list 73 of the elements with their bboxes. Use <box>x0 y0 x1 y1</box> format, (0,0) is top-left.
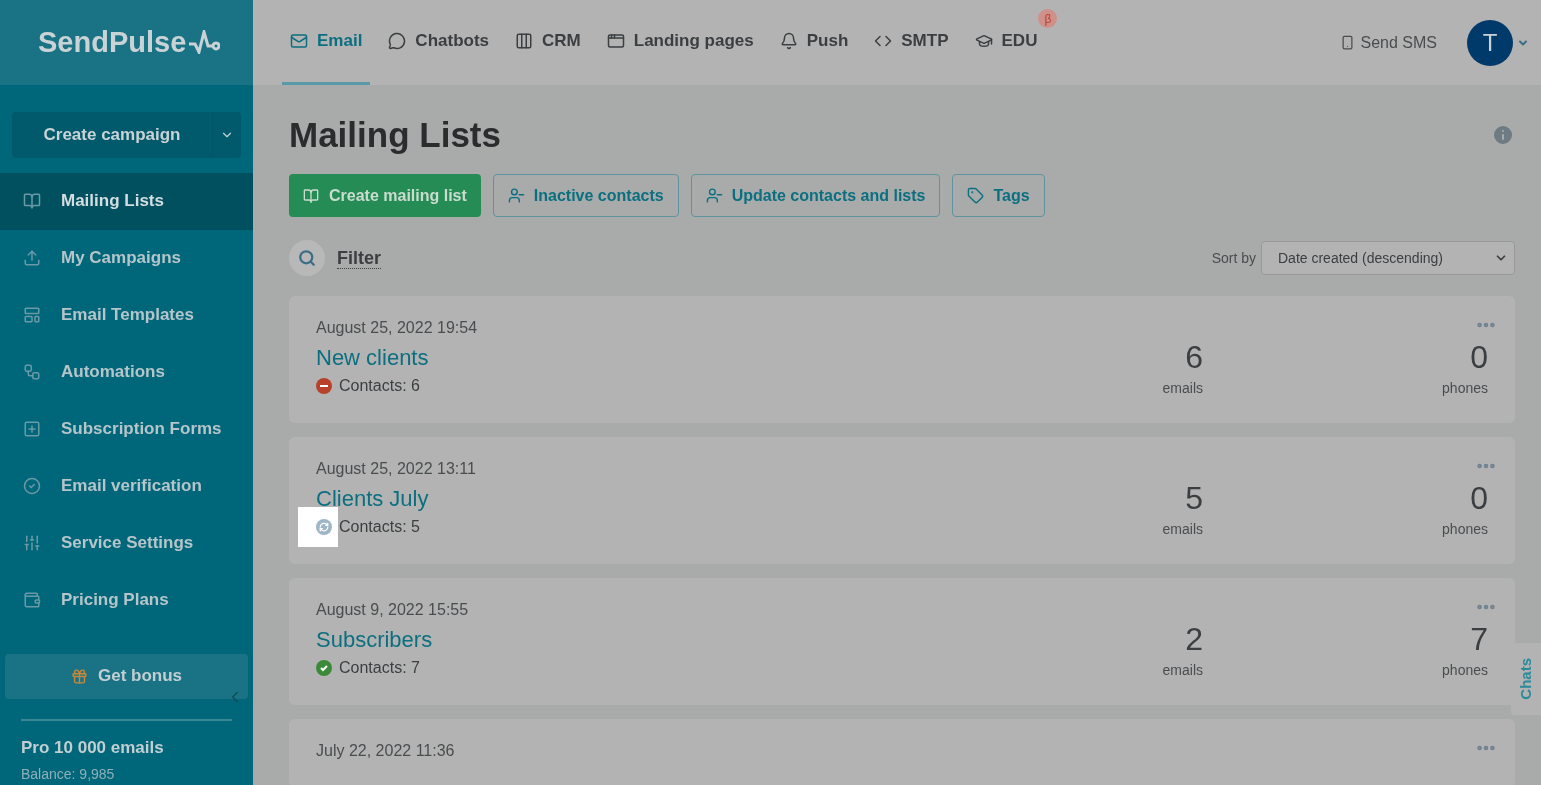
tag-icon <box>967 187 985 204</box>
nav-tab[interactable]: Chatbots <box>380 0 498 85</box>
stopped-status-icon <box>316 378 332 394</box>
toolbar-button[interactable]: Update contacts and lists <box>690 174 941 217</box>
window-icon <box>606 32 625 50</box>
logo-text: SendPulse <box>38 24 187 60</box>
mail-icon <box>290 32 308 50</box>
emails-count: 5 <box>1185 481 1203 515</box>
user-minus-icon <box>705 187 723 204</box>
list-date: August 9, 2022 15:55 <box>316 600 470 620</box>
graduation-cap-icon <box>974 32 993 50</box>
search-icon <box>298 249 316 267</box>
emails-label: emails <box>1162 520 1203 539</box>
get-bonus-button[interactable]: Get bonus <box>5 653 248 699</box>
gift-icon <box>70 667 88 685</box>
phone-icon <box>1339 35 1355 50</box>
beta-badge: β <box>1038 9 1058 28</box>
contacts-count: Contacts: 5 <box>339 517 420 537</box>
user-minus-icon <box>507 187 525 204</box>
user-avatar[interactable]: T <box>1467 19 1513 66</box>
columns-icon <box>515 32 534 50</box>
sort-dropdown[interactable]: Date created (descending) <box>1261 241 1515 275</box>
bell-icon <box>779 32 798 50</box>
send-sms-link[interactable]: Send SMS <box>1339 0 1437 85</box>
list-date: August 25, 2022 19:54 <box>316 318 479 338</box>
phones-count: 0 <box>1470 340 1488 374</box>
search-button[interactable] <box>289 240 325 276</box>
sliders-icon <box>23 534 41 553</box>
toolbar-button[interactable]: Inactive contacts <box>492 174 679 217</box>
list-date: August 25, 2022 13:11 <box>316 459 477 479</box>
plan-name: Pro 10 000 emails <box>21 736 165 759</box>
list-name-link[interactable]: New clients <box>316 344 429 372</box>
wallet-icon <box>23 591 41 610</box>
contacts-count: Contacts: 7 <box>339 658 420 678</box>
phones-label: phones <box>1442 520 1488 539</box>
balance-text: Balance: 9,985 <box>21 765 116 784</box>
page-title: Mailing Lists <box>289 115 501 155</box>
form-icon <box>23 420 41 439</box>
check-circle-icon <box>23 477 41 496</box>
flow-icon <box>23 363 41 382</box>
phones-count: 7 <box>1470 622 1488 656</box>
list-name-link[interactable]: Clients July <box>316 485 429 513</box>
phones-label: phones <box>1442 661 1488 680</box>
phones-count: 0 <box>1470 481 1488 515</box>
emails-count: 2 <box>1185 622 1203 656</box>
pending-status-icon <box>316 519 332 535</box>
book-icon <box>23 192 41 211</box>
chat-icon <box>388 32 407 50</box>
nav-tab[interactable]: CRM <box>507 0 589 85</box>
active-status-icon <box>316 660 332 676</box>
chats-tab[interactable]: Chats <box>1511 643 1541 715</box>
create-mailing-list-button[interactable]: Create mailing list <box>289 174 481 217</box>
template-icon <box>23 306 41 325</box>
info-icon[interactable] <box>1491 123 1515 147</box>
list-date: July 22, 2022 11:36 <box>316 741 456 761</box>
book-icon <box>303 187 319 204</box>
nav-tab[interactable]: Push <box>771 0 857 85</box>
sort-label: Sort by <box>1211 248 1256 268</box>
nav-tab[interactable]: Landing pages <box>598 0 762 85</box>
emails-label: emails <box>1162 379 1203 398</box>
emails-label: emails <box>1162 661 1203 680</box>
nav-tab[interactable]: SMTP <box>866 0 957 85</box>
sidebar-item[interactable]: Mailing Lists <box>0 172 253 230</box>
phones-label: phones <box>1442 379 1488 398</box>
filter-link[interactable]: Filter <box>337 247 381 269</box>
pulse-logo-icon <box>188 30 221 55</box>
list-name-link[interactable]: Subscribers <box>316 626 433 654</box>
create-campaign-button[interactable]: Create campaign <box>12 111 241 158</box>
emails-count: 6 <box>1185 340 1203 374</box>
toolbar-button[interactable]: Tags <box>952 174 1045 217</box>
nav-tab[interactable]: Email <box>282 0 371 85</box>
contacts-count: Contacts: 6 <box>339 376 420 396</box>
upload-icon <box>23 249 41 268</box>
